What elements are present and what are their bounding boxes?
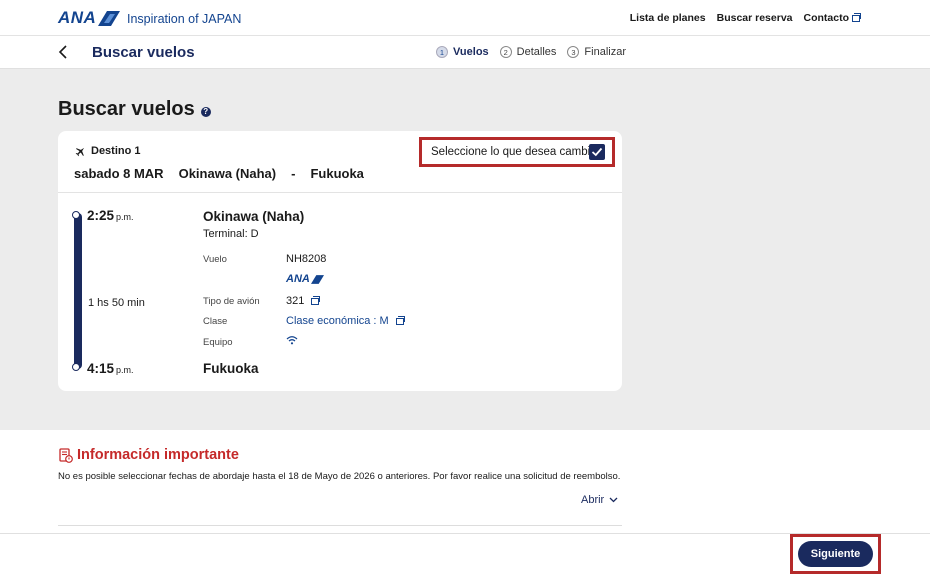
important-info-title: Información importante	[58, 447, 239, 463]
flight-date: sabado 8 MAR	[74, 166, 164, 181]
external-link-icon	[311, 295, 321, 305]
step-number: 2	[499, 46, 512, 58]
divider	[58, 525, 622, 526]
equipment-label: Equipo	[203, 337, 233, 348]
select-change-checkbox[interactable]: Seleccione lo que desea cambiar	[419, 137, 615, 167]
route-destination: Fukuoka	[310, 166, 364, 181]
page-title-text: Buscar vuelos	[58, 98, 195, 120]
ana-logo[interactable]: ANA	[58, 8, 121, 27]
flight-number-value: NH8208	[286, 253, 327, 265]
departure-terminal: Terminal: D	[203, 228, 259, 240]
document-alert-icon	[59, 447, 73, 463]
flight-timeline	[74, 213, 82, 369]
step-label: Detalles	[516, 46, 557, 58]
ana-logo-mark-icon	[310, 274, 324, 284]
next-button[interactable]: Siguiente	[798, 541, 873, 567]
progress-steps: 1 Vuelos 2 Detalles 3 Finalizar	[436, 46, 626, 58]
arrival-dot	[72, 363, 80, 371]
airplane-icon	[75, 147, 85, 156]
flight-number-label: Vuelo	[203, 254, 227, 265]
nav-contact-label: Contacto	[803, 12, 850, 24]
step-label: Vuelos	[453, 46, 489, 58]
departure-dot	[72, 211, 80, 219]
select-change-label: Seleccione lo que desea cambiar	[431, 146, 601, 158]
step-label: Finalizar	[584, 46, 626, 58]
important-info-section: Información importante No es posible sel…	[0, 430, 930, 533]
footer-bar: Siguiente	[0, 533, 930, 575]
step-number: 3	[567, 46, 580, 58]
route-summary: sabado 8 MAR Okinawa (Naha) - Fukuoka	[74, 166, 364, 181]
help-icon[interactable]: ?	[200, 106, 211, 117]
back-chevron-icon[interactable]	[57, 45, 71, 59]
flight-card: Destino 1 sabado 8 MAR Okinawa (Naha) - …	[58, 131, 622, 391]
departure-time: 2:25 p.m.	[87, 208, 134, 223]
destination-label: Destino 1	[75, 145, 141, 157]
step-number: 1	[436, 46, 448, 58]
step-finish: 3 Finalizar	[567, 46, 626, 58]
ana-logo-mark-icon	[98, 10, 121, 26]
arrival-time: 4:15 p.m.	[87, 361, 134, 376]
operating-airline: ANA	[286, 273, 324, 285]
flight-duration: 1 hs 50 min	[88, 297, 145, 309]
checkbox-checked-icon[interactable]	[589, 144, 605, 160]
arrival-city: Fukuoka	[203, 361, 259, 376]
route-origin: Okinawa (Naha)	[178, 166, 277, 181]
next-button-highlight: Siguiente	[790, 534, 881, 574]
route-separator: -	[291, 166, 296, 181]
external-link-icon	[852, 12, 861, 22]
page-title: Buscar vuelos ?	[58, 98, 211, 121]
fare-class-value: Clase económica : M	[286, 315, 389, 327]
important-info-text: No es posible seleccionar fechas de abor…	[58, 471, 621, 482]
open-info-toggle[interactable]: Abrir	[581, 494, 618, 506]
step-bar-title: Buscar vuelos	[92, 44, 195, 61]
card-header: Destino 1 sabado 8 MAR Okinawa (Naha) - …	[58, 131, 622, 193]
aircraft-type-label: Tipo de avión	[203, 296, 260, 307]
nav-search-booking[interactable]: Buscar reserva	[717, 12, 793, 24]
chevron-down-icon	[609, 497, 618, 503]
airline-logo-text: ANA	[286, 273, 310, 285]
aircraft-type-value: 321	[286, 295, 305, 307]
equipment-value	[286, 335, 298, 345]
nav-contact[interactable]: Contacto	[804, 12, 861, 24]
nav-plan-list[interactable]: Lista de planes	[630, 12, 706, 24]
class-label: Clase	[203, 316, 228, 327]
external-link-icon	[395, 315, 405, 325]
destination-label-text: Destino 1	[91, 145, 141, 157]
tagline: Inspiration of JAPAN	[127, 12, 242, 26]
departure-time-value: 2:25	[87, 208, 115, 223]
departure-city: Okinawa (Naha)	[203, 209, 305, 224]
fare-class-link[interactable]: Clase económica : M	[286, 315, 405, 327]
aircraft-type-link[interactable]: 321	[286, 295, 321, 307]
step-bar: Buscar vuelos 1 Vuelos 2 Detalles 3 Fina…	[0, 36, 930, 69]
logo-text: ANA	[58, 8, 97, 27]
step-details: 2 Detalles	[499, 46, 557, 58]
arrival-ampm: p.m.	[116, 365, 134, 375]
arrival-time-value: 4:15	[87, 361, 115, 376]
wifi-icon	[286, 336, 298, 345]
step-flights: 1 Vuelos	[436, 46, 489, 58]
departure-ampm: p.m.	[116, 212, 134, 222]
important-info-title-text: Información importante	[77, 447, 239, 463]
open-info-label: Abrir	[581, 494, 605, 506]
airline-logo: ANA	[286, 273, 324, 285]
top-header: ANA Inspiration of JAPAN Lista de planes…	[0, 0, 930, 36]
top-nav: Lista de planes Buscar reserva Contacto	[630, 12, 861, 24]
